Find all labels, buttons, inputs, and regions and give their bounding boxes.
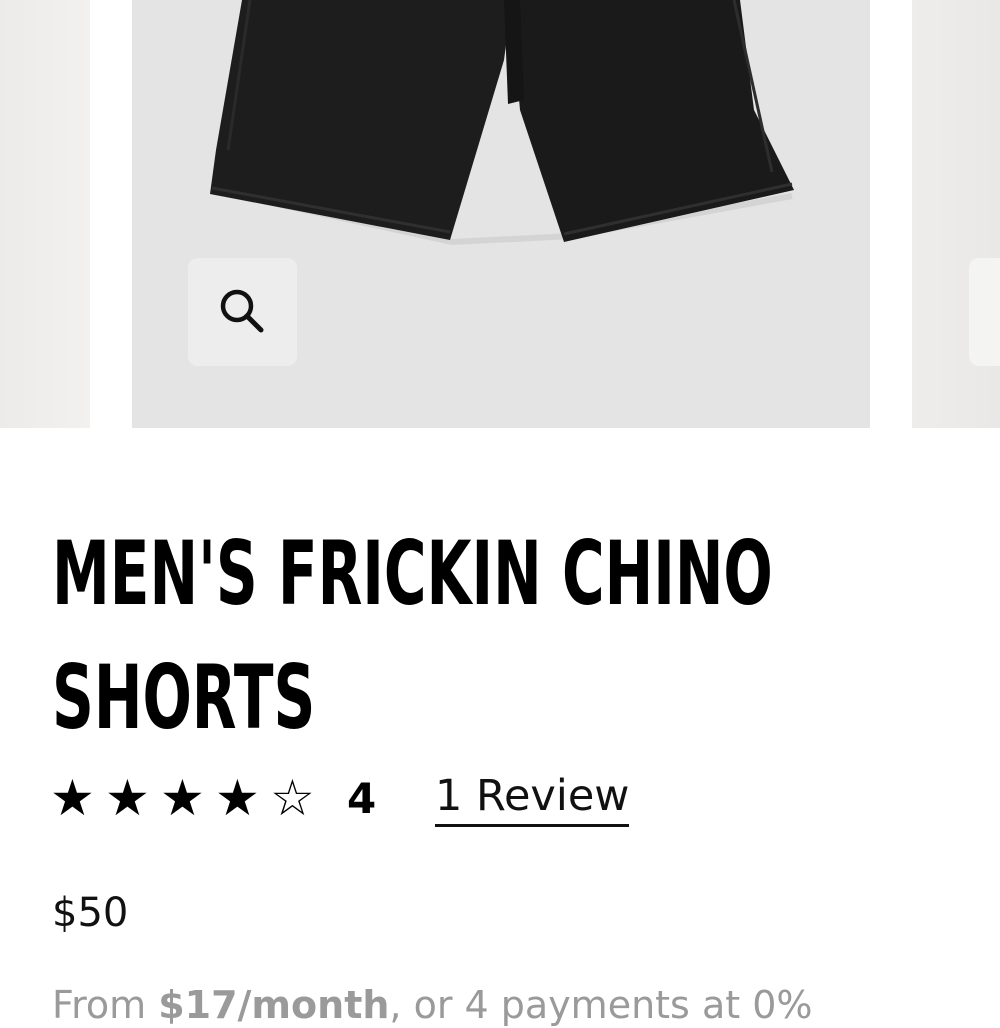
star-filled-icon: ★ xyxy=(50,769,95,827)
installments-suffix: , or 4 payments at 0% xyxy=(389,983,813,1027)
rating-value: 4 xyxy=(347,773,377,823)
star-empty-icon: ☆ xyxy=(270,769,315,827)
zoom-button[interactable] xyxy=(188,258,297,366)
search-icon xyxy=(220,289,263,333)
star-filled-icon: ★ xyxy=(215,769,260,827)
installments-info: From $17/month, or 4 payments at 0% xyxy=(52,982,813,1028)
product-image-carousel[interactable] xyxy=(0,0,1000,430)
star-filled-icon: ★ xyxy=(160,769,205,827)
star-filled-icon: ★ xyxy=(105,769,150,827)
installments-amount[interactable]: $17/month xyxy=(158,983,389,1027)
previous-slide-peek[interactable] xyxy=(0,0,90,428)
product-price: $50 xyxy=(52,890,129,936)
next-slide-peek[interactable] xyxy=(912,0,1000,428)
rating-stars: ★ ★ ★ ★ ☆ 4 xyxy=(50,768,376,828)
product-title: MEN'S FRICKIN CHINO SHORTS xyxy=(52,522,773,749)
next-slide-zoom-button[interactable] xyxy=(969,258,1000,366)
installments-prefix: From xyxy=(52,983,159,1027)
reviews-link[interactable]: 1 Review xyxy=(435,770,630,827)
main-product-slide[interactable] xyxy=(132,0,870,428)
